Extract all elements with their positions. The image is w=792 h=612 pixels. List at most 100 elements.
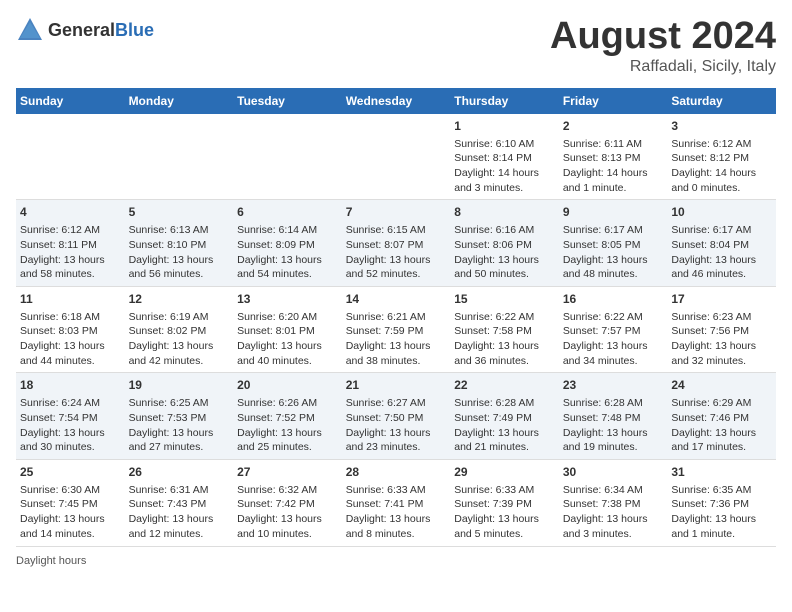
- day-number: 9: [563, 204, 664, 221]
- day-number: 27: [237, 464, 338, 481]
- day-detail: Sunset: 7:59 PM: [346, 324, 447, 339]
- day-detail: and 58 minutes.: [20, 267, 121, 282]
- day-detail: Daylight: 13 hours: [129, 253, 230, 268]
- day-detail: Daylight: 13 hours: [346, 512, 447, 527]
- day-number: 30: [563, 464, 664, 481]
- day-detail: and 1 minute.: [671, 527, 772, 542]
- logo-icon: [16, 16, 44, 44]
- calendar-cell: 25Sunrise: 6:30 AMSunset: 7:45 PMDayligh…: [16, 459, 125, 546]
- day-detail: Sunrise: 6:33 AM: [346, 483, 447, 498]
- calendar-cell: 19Sunrise: 6:25 AMSunset: 7:53 PMDayligh…: [125, 373, 234, 460]
- day-number: 3: [671, 118, 772, 135]
- calendar-table: SundayMondayTuesdayWednesdayThursdayFrid…: [16, 88, 776, 547]
- day-detail: and 21 minutes.: [454, 440, 555, 455]
- day-detail: Sunset: 8:03 PM: [20, 324, 121, 339]
- day-detail: Sunset: 8:14 PM: [454, 151, 555, 166]
- calendar-cell: [16, 114, 125, 200]
- calendar-cell: 4Sunrise: 6:12 AMSunset: 8:11 PMDaylight…: [16, 200, 125, 287]
- day-detail: Daylight: 13 hours: [454, 512, 555, 527]
- day-detail: and 3 minutes.: [454, 181, 555, 196]
- day-detail: Sunset: 8:07 PM: [346, 238, 447, 253]
- day-detail: and 40 minutes.: [237, 354, 338, 369]
- day-detail: and 10 minutes.: [237, 527, 338, 542]
- day-detail: Daylight: 13 hours: [563, 512, 664, 527]
- day-detail: Sunrise: 6:26 AM: [237, 396, 338, 411]
- day-detail: Sunrise: 6:10 AM: [454, 137, 555, 152]
- calendar-cell: 14Sunrise: 6:21 AMSunset: 7:59 PMDayligh…: [342, 286, 451, 373]
- day-detail: Sunset: 7:39 PM: [454, 497, 555, 512]
- day-detail: Sunrise: 6:31 AM: [129, 483, 230, 498]
- day-detail: Sunset: 7:41 PM: [346, 497, 447, 512]
- day-detail: Sunset: 8:02 PM: [129, 324, 230, 339]
- subtitle: Raffadali, Sicily, Italy: [550, 58, 776, 76]
- day-detail: Sunrise: 6:20 AM: [237, 310, 338, 325]
- day-detail: Sunset: 8:10 PM: [129, 238, 230, 253]
- calendar-cell: 7Sunrise: 6:15 AMSunset: 8:07 PMDaylight…: [342, 200, 451, 287]
- day-detail: and 50 minutes.: [454, 267, 555, 282]
- calendar-cell: [125, 114, 234, 200]
- logo: GeneralBlue: [16, 16, 154, 44]
- calendar-cell: 17Sunrise: 6:23 AMSunset: 7:56 PMDayligh…: [667, 286, 776, 373]
- day-detail: Sunrise: 6:23 AM: [671, 310, 772, 325]
- day-detail: Daylight: 13 hours: [237, 339, 338, 354]
- calendar-cell: 10Sunrise: 6:17 AMSunset: 8:04 PMDayligh…: [667, 200, 776, 287]
- day-number: 24: [671, 377, 772, 394]
- day-detail: Sunset: 7:42 PM: [237, 497, 338, 512]
- day-detail: Daylight: 14 hours: [454, 166, 555, 181]
- day-detail: Sunset: 8:09 PM: [237, 238, 338, 253]
- calendar-cell: 18Sunrise: 6:24 AMSunset: 7:54 PMDayligh…: [16, 373, 125, 460]
- day-detail: Sunrise: 6:29 AM: [671, 396, 772, 411]
- day-detail: Sunrise: 6:35 AM: [671, 483, 772, 498]
- day-number: 10: [671, 204, 772, 221]
- day-detail: Sunrise: 6:25 AM: [129, 396, 230, 411]
- calendar-cell: 26Sunrise: 6:31 AMSunset: 7:43 PMDayligh…: [125, 459, 234, 546]
- day-number: 8: [454, 204, 555, 221]
- main-title: August 2024: [550, 16, 776, 58]
- day-number: 6: [237, 204, 338, 221]
- calendar-cell: 5Sunrise: 6:13 AMSunset: 8:10 PMDaylight…: [125, 200, 234, 287]
- day-detail: and 8 minutes.: [346, 527, 447, 542]
- day-detail: Daylight: 13 hours: [671, 253, 772, 268]
- calendar-cell: 22Sunrise: 6:28 AMSunset: 7:49 PMDayligh…: [450, 373, 559, 460]
- day-detail: Sunset: 7:57 PM: [563, 324, 664, 339]
- day-detail: and 5 minutes.: [454, 527, 555, 542]
- logo-general: General: [48, 20, 115, 40]
- week-row: 18Sunrise: 6:24 AMSunset: 7:54 PMDayligh…: [16, 373, 776, 460]
- day-number: 18: [20, 377, 121, 394]
- day-detail: Sunrise: 6:28 AM: [454, 396, 555, 411]
- day-detail: and 27 minutes.: [129, 440, 230, 455]
- day-detail: Daylight: 14 hours: [671, 166, 772, 181]
- header: GeneralBlue August 2024 Raffadali, Sicil…: [16, 16, 776, 76]
- calendar-cell: 2Sunrise: 6:11 AMSunset: 8:13 PMDaylight…: [559, 114, 668, 200]
- day-detail: and 34 minutes.: [563, 354, 664, 369]
- day-detail: Daylight: 13 hours: [671, 339, 772, 354]
- day-detail: and 14 minutes.: [20, 527, 121, 542]
- day-detail: Sunset: 7:54 PM: [20, 411, 121, 426]
- day-detail: Sunrise: 6:30 AM: [20, 483, 121, 498]
- day-detail: Sunset: 7:36 PM: [671, 497, 772, 512]
- day-detail: Daylight: 13 hours: [346, 339, 447, 354]
- day-detail: Sunrise: 6:13 AM: [129, 223, 230, 238]
- calendar-cell: 24Sunrise: 6:29 AMSunset: 7:46 PMDayligh…: [667, 373, 776, 460]
- day-detail: and 25 minutes.: [237, 440, 338, 455]
- day-detail: Sunrise: 6:27 AM: [346, 396, 447, 411]
- day-detail: Daylight: 14 hours: [563, 166, 664, 181]
- day-detail: Sunrise: 6:17 AM: [671, 223, 772, 238]
- day-detail: Sunrise: 6:17 AM: [563, 223, 664, 238]
- day-detail: and 42 minutes.: [129, 354, 230, 369]
- day-number: 16: [563, 291, 664, 308]
- day-detail: Daylight: 13 hours: [671, 426, 772, 441]
- calendar-cell: 8Sunrise: 6:16 AMSunset: 8:06 PMDaylight…: [450, 200, 559, 287]
- day-detail: Sunset: 7:52 PM: [237, 411, 338, 426]
- day-detail: Sunrise: 6:33 AM: [454, 483, 555, 498]
- day-detail: Sunrise: 6:12 AM: [671, 137, 772, 152]
- calendar-cell: 1Sunrise: 6:10 AMSunset: 8:14 PMDaylight…: [450, 114, 559, 200]
- calendar-cell: 15Sunrise: 6:22 AMSunset: 7:58 PMDayligh…: [450, 286, 559, 373]
- day-detail: Sunset: 8:11 PM: [20, 238, 121, 253]
- day-detail: Sunset: 8:12 PM: [671, 151, 772, 166]
- day-detail: Daylight: 13 hours: [563, 339, 664, 354]
- day-detail: and 1 minute.: [563, 181, 664, 196]
- day-detail: Daylight: 13 hours: [454, 426, 555, 441]
- calendar-cell: [233, 114, 342, 200]
- day-number: 11: [20, 291, 121, 308]
